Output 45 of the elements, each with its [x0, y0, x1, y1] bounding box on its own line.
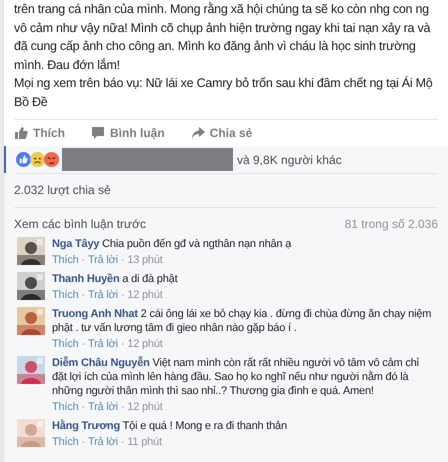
separator-dot: ·	[120, 288, 124, 302]
comment-action-link[interactable]: Trả lời	[88, 288, 118, 302]
post-text: Mọi ng xem trên báo vụ: Nữ lái xe Camry bỏ trốn sau khi đâm chết ng tại Ái Mộ Bồ Đề	[14, 75, 434, 110]
comment-action-button[interactable]: Bình luận	[91, 124, 165, 142]
comment-text: Hằng Trương Tội e quá ! Mong e ra đi thanh thản	[52, 419, 287, 433]
separator-dot: ·	[82, 288, 85, 302]
comment-text: Truong Anh Nhat 2 cái ông lái xe bỏ chạy kia . đừng đi chùa đừng ăn chay niệm phật . tư vấn lương tâm đi gieo nhân nào gặp báo í .	[52, 307, 432, 335]
comment-action-link[interactable]: Trả lời	[88, 253, 118, 267]
view-previous-comments-link[interactable]: Xem các bình luận trước	[14, 215, 146, 233]
separator-dot: ·	[82, 435, 85, 449]
comment-action-link[interactable]: Thích	[52, 337, 79, 351]
comment-time: 12 phút	[127, 400, 163, 414]
separator-dot: ·	[82, 337, 85, 351]
separator-dot: ·	[120, 253, 124, 267]
comment-action-link[interactable]: Thích	[52, 288, 79, 302]
comment-action-link[interactable]: Thích	[52, 253, 79, 267]
comment-action-link[interactable]: Thích	[52, 400, 79, 414]
comment-text: Nga Tâyy Chia puồn đến gđ và ngthân nạn nhân ạ	[52, 237, 292, 251]
comment-time: 13 phút	[127, 253, 163, 267]
post-text: trên trang cá nhân của mình. Mong rằng xã hội chúng ta sẽ ko còn nhg con ng vô cảm như vậy nữa! Mình cõ chụp ảnh hiện trường ngay khi tai nạn xảy ra và đã cung cấp ảnh cho công an. Mình ko đăng ảnh vì cháu là học sinh trường mình. Đau đớn lắm!	[14, 1, 432, 74]
share-count-link[interactable]: 2.032 lượt chia sẻ	[14, 183, 111, 197]
comment-text: Thanh Huyền a di đà phật	[52, 272, 178, 286]
share-action-button[interactable]: Chia sẻ	[190, 124, 252, 142]
separator-dot: ·	[82, 253, 85, 267]
separator-dot: ·	[120, 337, 124, 351]
comment-count: 81 trong số 2.036	[344, 216, 438, 233]
sad-face-icon	[30, 152, 45, 167]
separator-dot: ·	[120, 400, 124, 414]
share-arrow-icon	[190, 126, 205, 140]
angry-face-icon	[44, 152, 59, 167]
like-action-button[interactable]: Thích	[14, 124, 65, 142]
comment-time: 11 phút	[127, 435, 162, 449]
speech-bubble-icon	[91, 126, 105, 140]
separator-dot: ·	[82, 400, 85, 414]
reaction-count-link[interactable]: và 9,8K người khác	[237, 150, 342, 168]
comment-text: Diễm Châu Nguyễn Việt nam mình còn rất rất nhiều người vô tâm vô cảm chỉ đặt lợi ích của mình lên hàng đầu. Sao họ ko nghĩ nếu như người nằm đó là những người thân mình thì sao nhỉ..? Thương gia đình e quá. Amen!	[52, 356, 420, 398]
like-reaction-icon	[16, 152, 31, 167]
comment-action-link[interactable]: Trả lời	[88, 400, 118, 414]
thumbs-up-icon	[14, 126, 28, 140]
comment-time: 12 phút	[127, 288, 163, 302]
comment-time: 12 phút	[127, 337, 163, 351]
comment-action-link[interactable]: Trả lời	[88, 337, 118, 351]
separator-dot: ·	[120, 435, 124, 449]
comment-action-link[interactable]: Trả lời	[88, 435, 118, 449]
comment-action-link[interactable]: Thích	[52, 435, 79, 449]
